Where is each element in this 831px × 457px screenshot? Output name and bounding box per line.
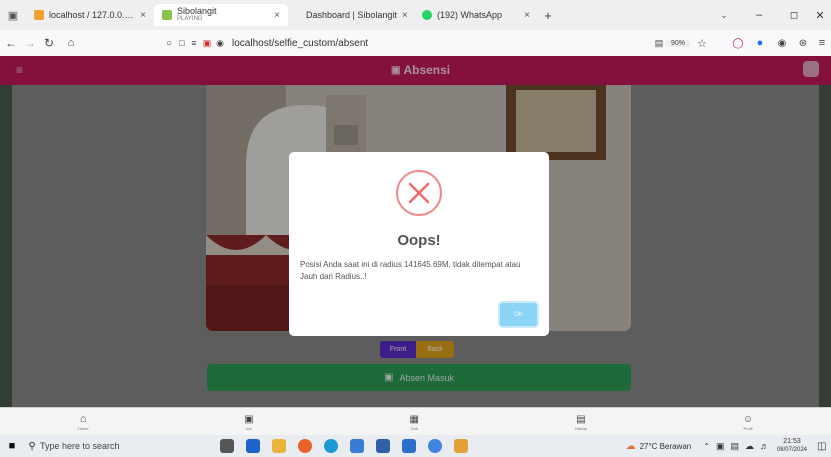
document-icon: ▤ xyxy=(576,413,586,425)
reload-icon[interactable]: ↻ xyxy=(38,36,60,50)
reader-view-icon[interactable]: ▤ xyxy=(652,38,666,49)
url-field[interactable]: localhost/selfie_custom/absent xyxy=(232,38,652,49)
tab-dashboard[interactable]: Dashboard | Sibolangit × xyxy=(288,4,414,26)
error-dialog: Oops! Posisi Anda saat ini di radius 141… xyxy=(289,152,549,336)
tray-chevron-icon[interactable]: ⌃ xyxy=(703,442,710,451)
shield-icon[interactable]: ○ xyxy=(162,38,176,49)
pocket-icon[interactable]: ◯ xyxy=(727,38,749,49)
file-explorer-icon[interactable] xyxy=(272,439,286,453)
bottom-navigation: ⌂ Home ▣ Izin ▦ Cuti ▤ History ☺ Profil xyxy=(0,407,831,436)
nav-item-profil[interactable]: ☺ Profil xyxy=(743,414,753,431)
nav-item-izin[interactable]: ▣ Izin xyxy=(244,414,253,431)
taskbar-search-input[interactable]: Type here to search xyxy=(40,441,215,451)
minimize-icon[interactable]: – xyxy=(739,9,779,21)
dropbox-icon[interactable] xyxy=(246,439,260,453)
edge-icon[interactable] xyxy=(324,439,338,453)
tab-sibolangit[interactable]: Sibolangit PLAYING × xyxy=(154,4,288,26)
onedrive-icon[interactable]: ☁ xyxy=(745,441,754,452)
tray-app-icon[interactable]: ▣ xyxy=(716,441,725,452)
dialog-title: Oops! xyxy=(397,232,441,249)
phpmyadmin-favicon-icon xyxy=(34,10,44,20)
navigation-toolbar: ← → ↻ ⌂ ○ □ ≡ ▣ ◉ localhost/selfie_custo… xyxy=(0,30,831,57)
home-icon: ⌂ xyxy=(79,413,87,425)
sibolangit-favicon-icon xyxy=(162,10,172,20)
close-tab-icon[interactable]: × xyxy=(402,10,408,21)
notification-icon[interactable]: ◫ xyxy=(817,441,831,452)
tab-phpmyadmin[interactable]: localhost / 127.0.0.1 | phpMyAdmin × xyxy=(26,4,154,26)
forward-icon[interactable]: → xyxy=(22,36,38,50)
taskbar-search-icon[interactable]: ⚲ xyxy=(24,441,40,452)
bookmark-star-icon[interactable]: ☆ xyxy=(690,37,714,50)
windows-taskbar: ■ ⚲ Type here to search ☁ 27°C Berawan ⌃… xyxy=(0,435,831,457)
browser-tab-bar: ▣ localhost / 127.0.0.1 | phpMyAdmin × S… xyxy=(0,0,831,30)
ok-button[interactable]: OK xyxy=(500,303,537,326)
close-tab-icon[interactable]: × xyxy=(140,10,146,21)
xampp-icon[interactable] xyxy=(350,439,364,453)
zoom-level[interactable]: 90% xyxy=(666,39,690,47)
task-view-icon[interactable] xyxy=(220,439,234,453)
network-icon[interactable]: ▤ xyxy=(730,441,739,452)
weather-text[interactable]: 27°C Berawan xyxy=(640,442,692,451)
windows-start-icon[interactable]: ■ xyxy=(0,440,24,452)
weather-icon[interactable]: ☁ xyxy=(626,441,636,452)
nav-item-history[interactable]: ▤ History xyxy=(575,414,587,431)
mail-icon[interactable] xyxy=(402,439,416,453)
maximize-icon[interactable]: ◻ xyxy=(779,10,809,21)
account-icon[interactable]: ◉ xyxy=(771,38,793,49)
location-permission-icon[interactable]: ◉ xyxy=(214,38,226,49)
firefox-icon[interactable] xyxy=(298,439,312,453)
clock[interactable]: 21:53 08/07/2024 xyxy=(777,438,807,454)
menu-icon[interactable]: ≡ xyxy=(813,37,831,49)
error-x-icon xyxy=(396,170,442,216)
photos-icon[interactable] xyxy=(454,439,468,453)
page-icon[interactable]: □ xyxy=(176,38,188,48)
close-tab-icon[interactable]: × xyxy=(524,10,530,21)
tab-whatsapp[interactable]: (192) WhatsApp × xyxy=(414,4,538,26)
dialog-message: Posisi Anda saat ini di radius 141645.69… xyxy=(300,260,521,281)
calculator-icon[interactable] xyxy=(376,439,390,453)
home-icon[interactable]: ⌂ xyxy=(60,37,82,49)
close-window-icon[interactable]: ✕ xyxy=(809,9,831,22)
back-icon[interactable]: ← xyxy=(0,36,22,50)
new-tab-icon[interactable]: + xyxy=(538,8,558,23)
close-tab-icon[interactable]: × xyxy=(274,10,280,21)
volume-icon[interactable]: ♬ xyxy=(760,441,769,451)
camera-icon: ▣ xyxy=(244,413,254,425)
permissions-icon[interactable]: ≡ xyxy=(188,38,200,48)
nav-item-cuti[interactable]: ▦ Cuti xyxy=(410,414,419,431)
whatsapp-favicon-icon xyxy=(422,10,432,20)
nav-item-home[interactable]: ⌂ Home xyxy=(78,413,89,431)
extension-icon[interactable]: ● xyxy=(749,37,771,49)
list-all-tabs-icon[interactable]: ⌄ xyxy=(709,10,739,21)
camera-permission-icon[interactable]: ▣ xyxy=(200,38,214,49)
extensions-puzzle-icon[interactable]: ⊛ xyxy=(793,38,813,49)
tab-list-icon[interactable]: ▣ xyxy=(0,9,26,22)
chrome-icon[interactable] xyxy=(428,439,442,453)
user-icon: ☺ xyxy=(742,413,754,425)
calendar-icon: ▦ xyxy=(409,413,419,425)
